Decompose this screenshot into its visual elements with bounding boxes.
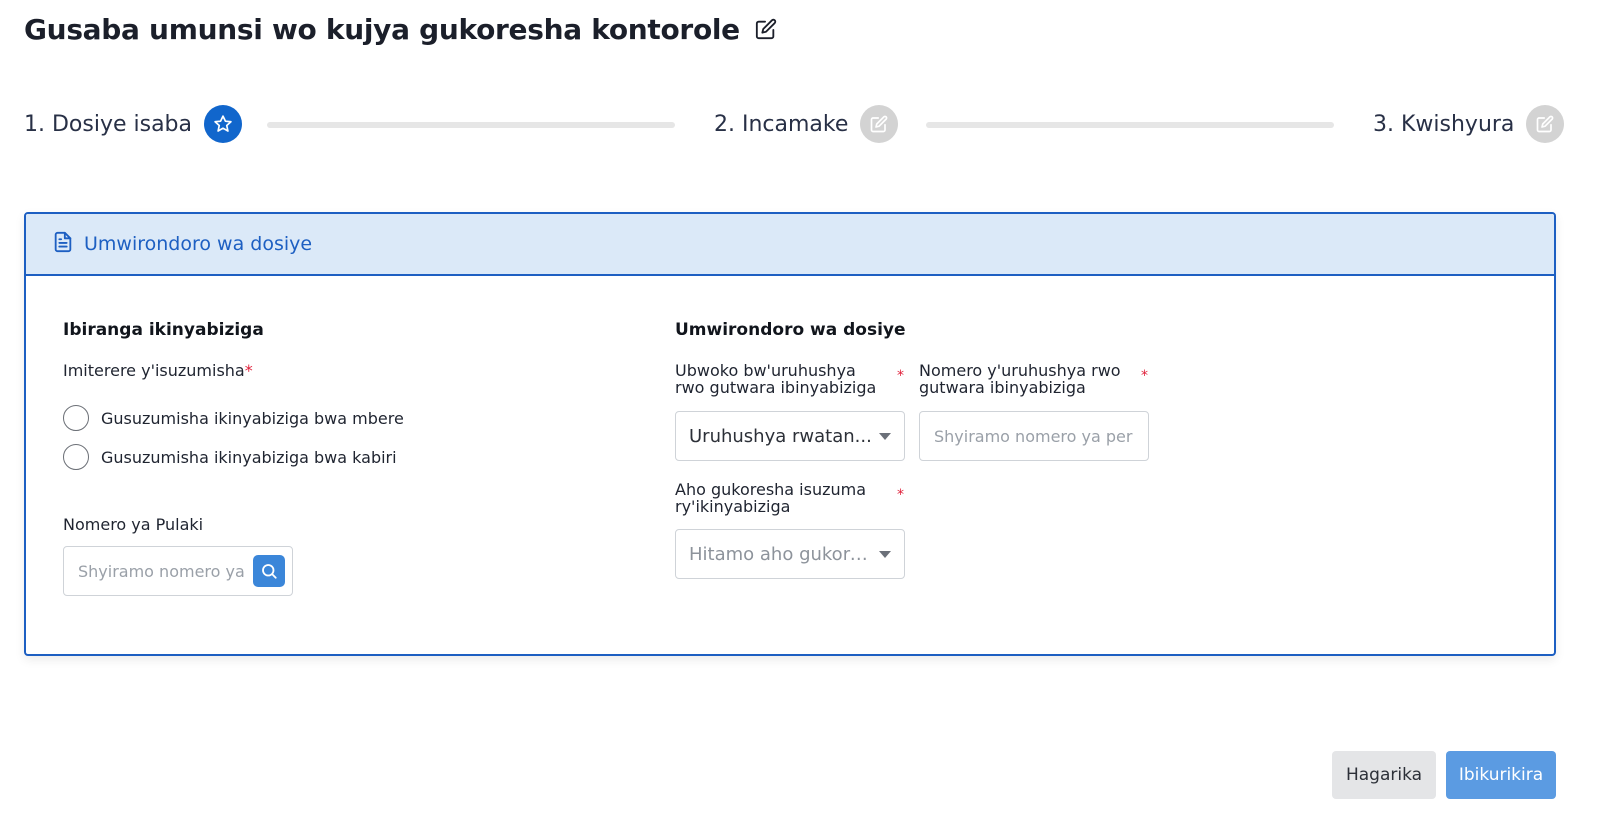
file-section-title: Umwirondoro wa dosiye: [675, 320, 906, 340]
license-type-value: Uruhushya rwatan...: [689, 425, 872, 447]
application-details-card: Umwirondoro wa dosiye Ibiranga ikinyabiz…: [24, 212, 1556, 656]
vehicle-section-title: Ibiranga ikinyabiziga: [63, 320, 264, 340]
step-label: 2. Incamake: [714, 111, 849, 137]
required-marker: *: [1141, 368, 1148, 384]
progress-stepper: 1. Dosiye isaba 2. Incamake 3. Kwishyura: [24, 104, 1590, 144]
inspection-type-label: Imiterere y'isuzumisha*: [63, 361, 253, 380]
cancel-button[interactable]: Hagarika: [1332, 751, 1436, 799]
radio-label: Gusuzumisha ikinyabiziga bwa mbere: [101, 408, 404, 428]
plate-number-field[interactable]: [63, 546, 293, 596]
required-marker: *: [244, 361, 253, 380]
card-header: Umwirondoro wa dosiye: [26, 214, 1554, 276]
radio-second-inspection[interactable]: Gusuzumisha ikinyabiziga bwa kabiri: [63, 444, 397, 470]
document-icon: [52, 230, 74, 258]
plate-number-input[interactable]: [78, 561, 246, 581]
step-label: 3. Kwishyura: [1373, 111, 1515, 137]
edit-icon: [860, 105, 899, 143]
license-type-select[interactable]: Uruhushya rwatan...: [675, 411, 905, 461]
plate-number-label: Nomero ya Pulaki: [63, 515, 204, 534]
license-number-input[interactable]: [934, 426, 1134, 446]
inspection-location-select[interactable]: Hitamo aho gukorera: [675, 529, 905, 579]
step-summary[interactable]: 2. Incamake: [714, 104, 899, 144]
step-label: 1. Dosiye isaba: [24, 111, 193, 137]
license-number-label: Nomero y'uruhushya rwo gutwara ibinyabiz…: [919, 361, 1121, 397]
required-marker: *: [897, 368, 904, 384]
page-title: Gusaba umunsi wo kujya gukoresha kontoro…: [24, 12, 740, 46]
edit-title-icon[interactable]: [754, 17, 778, 41]
page-header: Gusaba umunsi wo kujya gukoresha kontoro…: [24, 10, 778, 48]
chevron-down-icon: [879, 433, 891, 440]
card-title: Umwirondoro wa dosiye: [84, 233, 313, 255]
radio-first-inspection[interactable]: Gusuzumisha ikinyabiziga bwa mbere: [63, 405, 404, 431]
chevron-down-icon: [879, 551, 891, 558]
step-payment[interactable]: 3. Kwishyura: [1373, 104, 1565, 144]
step-connector: [926, 122, 1334, 128]
step-connector: [267, 122, 675, 128]
license-type-label: Ubwoko bw'uruhushya rwo gutwara ibinyabi…: [675, 361, 877, 397]
edit-icon: [1526, 105, 1565, 143]
step-application-file[interactable]: 1. Dosiye isaba: [24, 104, 243, 144]
required-marker: *: [897, 487, 904, 503]
search-button[interactable]: [253, 555, 285, 587]
next-button[interactable]: Ibikurikira: [1446, 751, 1556, 799]
inspection-location-placeholder: Hitamo aho gukorera: [689, 543, 872, 565]
radio-label: Gusuzumisha ikinyabiziga bwa kabiri: [101, 447, 397, 467]
license-number-field[interactable]: [919, 411, 1149, 461]
radio-button[interactable]: [63, 405, 89, 431]
star-icon: [204, 105, 243, 143]
inspection-location-label: Aho gukoresha isuzuma ry'ikinyabiziga: [675, 480, 867, 516]
radio-button[interactable]: [63, 444, 89, 470]
